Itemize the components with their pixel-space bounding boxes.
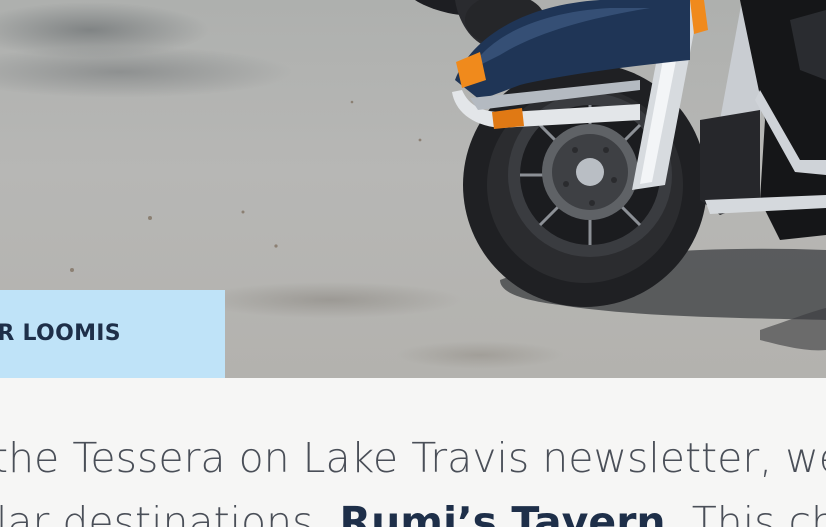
author-name: ER LOOMIS	[0, 321, 121, 346]
article-text: ular destinations,	[0, 498, 340, 527]
article-body: the Tessera on Lake Travis newsletter, w…	[0, 378, 826, 527]
article-text: . This cha	[665, 498, 826, 527]
author-tag: ER LOOMIS	[0, 290, 225, 378]
article-text-line: ular destinations, Rumi’s Tavern. This c…	[0, 498, 826, 527]
article-text-line: the Tessera on Lake Travis newsletter, w…	[0, 434, 826, 482]
venue-link[interactable]: Rumi’s Tavern	[340, 498, 666, 527]
